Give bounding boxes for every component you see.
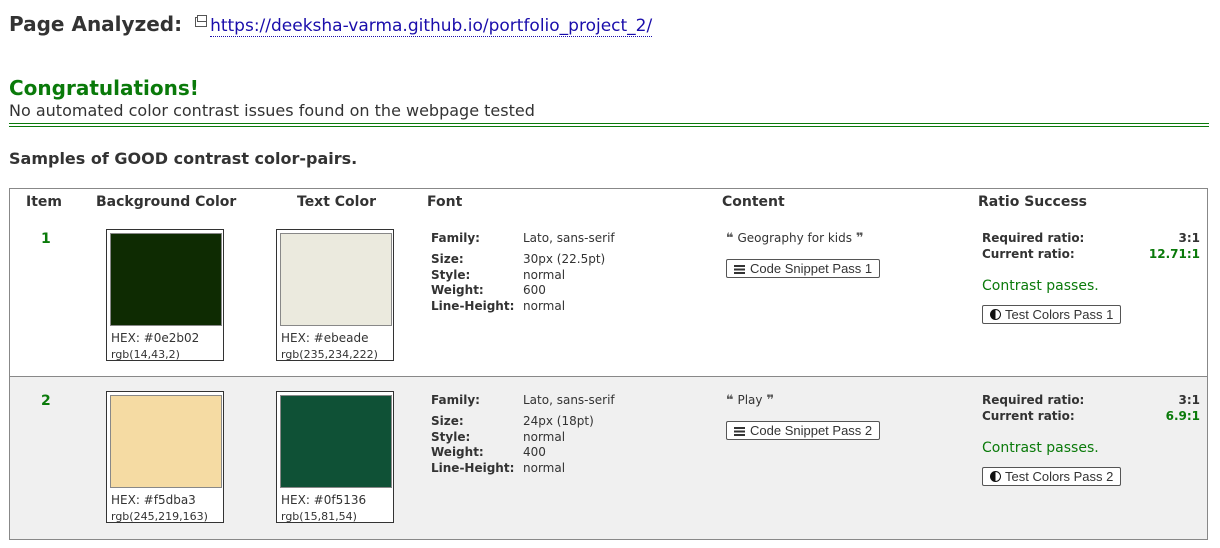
background-rgb: rgb(14,43,2) xyxy=(111,348,180,361)
open-quote-icon: ❝ xyxy=(726,393,734,408)
style-label: Style: xyxy=(431,429,471,444)
text-hex: HEX: #0f5136 xyxy=(281,493,367,507)
close-quote-icon: ❞ xyxy=(766,393,774,408)
style-value: normal xyxy=(523,429,566,444)
background-color-sample: HEX: #0e2b02 rgb(14,43,2) xyxy=(106,229,224,361)
divider xyxy=(9,123,1209,127)
table-row: 2 HEX: #f5dba3 rgb(245,219,163) HEX: #0f… xyxy=(10,377,1207,539)
text-swatch xyxy=(280,395,392,488)
result-message: No automated color contrast issues found… xyxy=(9,101,535,120)
header-ratio-success: Ratio Success xyxy=(978,194,1088,210)
code-snippet-button[interactable]: Code Snippet Pass 2 xyxy=(726,421,881,440)
family-value: Lato, sans-serif xyxy=(523,393,615,407)
test-colors-button-label: Test Colors Pass 1 xyxy=(1005,307,1114,322)
required-ratio-value: 3:1 xyxy=(1178,393,1201,407)
line-height-value: normal xyxy=(523,298,566,313)
test-colors-button[interactable]: Test Colors Pass 2 xyxy=(982,467,1122,486)
background-color-sample: HEX: #f5dba3 rgb(245,219,163) xyxy=(106,391,224,523)
content-text: Play xyxy=(737,393,763,407)
current-ratio-label: Current ratio: xyxy=(982,408,1075,423)
table-row: 1 HEX: #0e2b02 rgb(14,43,2) HEX: #ebeade… xyxy=(10,215,1207,377)
contrast-icon xyxy=(990,309,1001,320)
samples-title: Samples of GOOD contrast color-pairs. xyxy=(9,149,358,168)
page-analyzed-header: Page Analyzed: https://deeksha-varma.git… xyxy=(9,12,653,37)
content-sample: ❝ Play ❞ xyxy=(726,393,774,408)
line-height-label: Line-Height: xyxy=(431,460,515,475)
lines-icon xyxy=(734,427,745,436)
weight-label: Weight: xyxy=(431,283,484,297)
item-number: 1 xyxy=(41,231,51,247)
size-label: Size: xyxy=(431,252,464,266)
current-ratio-label: Current ratio: xyxy=(982,246,1075,261)
background-hex: HEX: #f5dba3 xyxy=(111,493,196,507)
close-quote-icon: ❞ xyxy=(855,231,864,246)
line-height-value: normal xyxy=(523,460,566,475)
test-colors-button[interactable]: Test Colors Pass 1 xyxy=(982,305,1122,324)
background-swatch xyxy=(110,395,222,488)
text-color-sample: HEX: #ebeade rgb(235,234,222) xyxy=(276,229,394,361)
header-background-color: Background Color xyxy=(96,194,237,210)
contrast-results-table: Item Background Color Text Color Font Co… xyxy=(9,188,1208,540)
lines-icon xyxy=(734,265,745,274)
style-value: normal xyxy=(523,267,566,282)
size-label: Size: xyxy=(431,414,464,428)
code-snippet-button-label: Code Snippet Pass 2 xyxy=(750,423,873,438)
background-hex: HEX: #0e2b02 xyxy=(111,331,200,345)
item-number: 2 xyxy=(41,393,51,409)
weight-label: Weight: xyxy=(431,445,484,459)
code-snippet-button[interactable]: Code Snippet Pass 1 xyxy=(726,259,881,278)
size-value: 24px (18pt) xyxy=(523,414,594,428)
weight-value: 400 xyxy=(523,445,546,459)
contrast-icon xyxy=(990,471,1001,482)
text-color-sample: HEX: #0f5136 rgb(15,81,54) xyxy=(276,391,394,523)
code-snippet-button-label: Code Snippet Pass 1 xyxy=(750,261,873,276)
weight-value: 600 xyxy=(523,283,546,297)
required-ratio-label: Required ratio: xyxy=(982,231,1085,245)
size-value: 30px (22.5pt) xyxy=(523,252,606,266)
header-item: Item xyxy=(26,194,62,210)
family-label: Family: xyxy=(431,393,480,407)
external-link-icon xyxy=(195,15,208,27)
open-quote-icon: ❝ xyxy=(726,231,734,246)
style-label: Style: xyxy=(431,267,471,282)
family-value: Lato, sans-serif xyxy=(523,231,615,245)
text-rgb: rgb(15,81,54) xyxy=(281,510,357,523)
line-height-label: Line-Height: xyxy=(431,298,515,313)
result-title: Congratulations! xyxy=(9,76,199,100)
content-sample: ❝ Geography for kids ❞ xyxy=(726,231,863,246)
header-font: Font xyxy=(427,194,463,210)
family-label: Family: xyxy=(431,231,480,245)
text-swatch xyxy=(280,233,392,326)
analyzed-url: https://deeksha-varma.github.io/portfoli… xyxy=(195,15,653,37)
content-text: Geography for kids xyxy=(737,231,853,245)
analyzed-url-link[interactable]: https://deeksha-varma.github.io/portfoli… xyxy=(210,16,653,37)
header-text-color: Text Color xyxy=(297,194,376,210)
background-rgb: rgb(245,219,163) xyxy=(111,510,208,523)
required-ratio-label: Required ratio: xyxy=(982,393,1085,407)
contrast-passes-text: Contrast passes. xyxy=(982,278,1099,294)
background-swatch xyxy=(110,233,222,326)
text-rgb: rgb(235,234,222) xyxy=(281,348,378,361)
current-ratio-value: 12.71:1 xyxy=(1148,246,1200,261)
page-analyzed-label: Page Analyzed: xyxy=(9,12,183,36)
header-content: Content xyxy=(722,194,785,210)
text-hex: HEX: #ebeade xyxy=(281,331,369,345)
test-colors-button-label: Test Colors Pass 2 xyxy=(1005,469,1114,484)
table-header: Item Background Color Text Color Font Co… xyxy=(10,189,1207,216)
contrast-passes-text: Contrast passes. xyxy=(982,440,1099,456)
current-ratio-value: 6.9:1 xyxy=(1165,408,1200,423)
required-ratio-value: 3:1 xyxy=(1178,231,1201,245)
